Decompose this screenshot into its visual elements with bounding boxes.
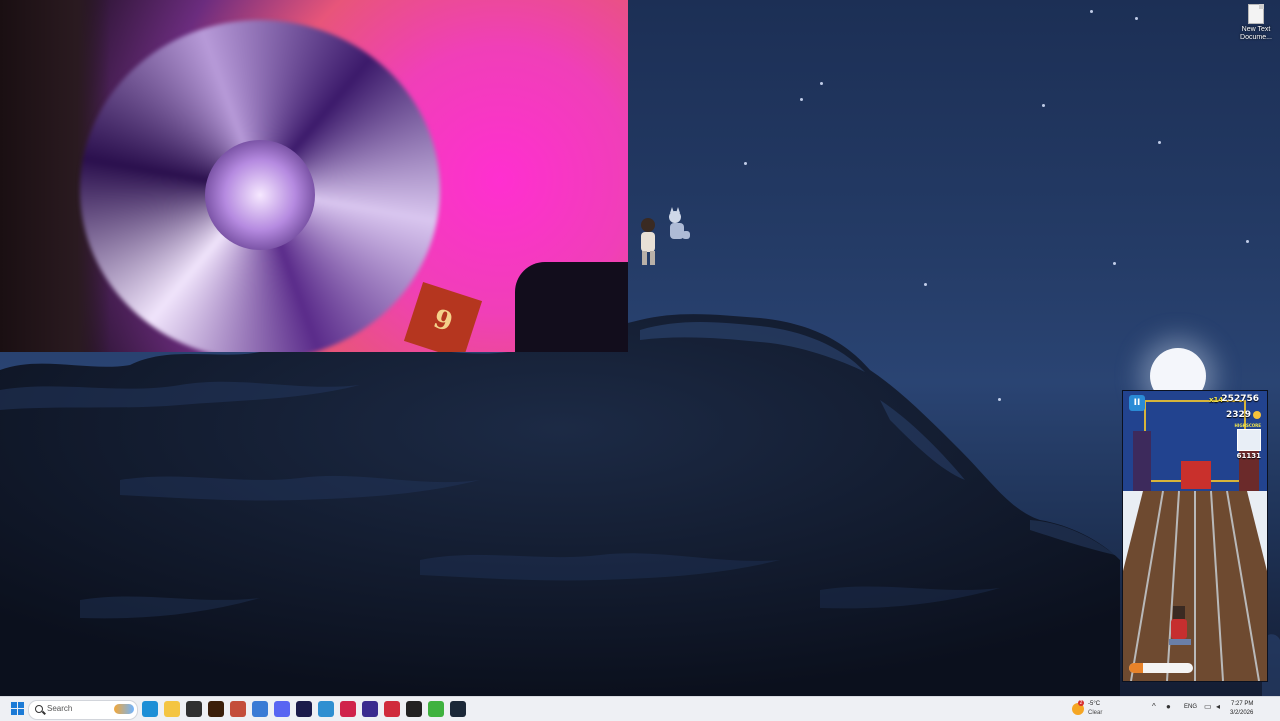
clock-date: 3/2/2026 xyxy=(1230,710,1254,716)
search-icon xyxy=(35,705,43,713)
webcam-badge: 9 xyxy=(403,281,483,352)
weather-condition: Clear xyxy=(1088,710,1103,716)
powerup-bar-fill xyxy=(1129,663,1144,673)
adobe-illustrator-icon[interactable] xyxy=(208,701,224,717)
show-hidden-icons-button[interactable]: ^ xyxy=(1152,702,1156,711)
notepad-icon[interactable] xyxy=(318,701,334,717)
taskbar-clock[interactable]: 7:27 PM 3/2/2026 xyxy=(1230,700,1253,718)
webcam-microphone xyxy=(515,262,628,352)
robinhood-icon[interactable] xyxy=(428,701,444,717)
edge-icon[interactable] xyxy=(142,701,158,717)
weather-widget[interactable]: 2 -5°C Clear xyxy=(1072,699,1112,719)
search-highlight-icon xyxy=(114,704,134,714)
store-icon[interactable] xyxy=(252,701,268,717)
weather-alert-badge: 2 xyxy=(1078,700,1084,706)
steam-icon[interactable] xyxy=(450,701,466,717)
coin-count: 2329 xyxy=(1225,410,1251,420)
coin-icon xyxy=(1253,411,1261,419)
taskbar-search-box[interactable]: Search xyxy=(28,700,138,720)
start-icon-quadrant xyxy=(18,702,24,708)
microphone-icon[interactable]: ● xyxy=(1166,702,1171,711)
webcam-swirl-core xyxy=(205,140,315,250)
opera-icon[interactable] xyxy=(340,701,356,717)
media-player-icon[interactable] xyxy=(384,701,400,717)
start-icon-quadrant xyxy=(11,702,17,708)
davinci-icon[interactable] xyxy=(230,701,246,717)
discord-icon[interactable] xyxy=(274,701,290,717)
vpn-icon[interactable] xyxy=(362,701,378,717)
highscore-value: 61131 xyxy=(1236,452,1261,460)
start-button[interactable] xyxy=(10,701,26,717)
pause-button[interactable]: II xyxy=(1129,395,1145,411)
volume-icon[interactable]: ◂ xyxy=(1216,702,1220,711)
weather-temperature: -5°C xyxy=(1088,701,1101,707)
desktop-icon-text-document[interactable]: New Text Docume... xyxy=(1236,4,1276,42)
obs-icon[interactable] xyxy=(186,701,202,717)
after-effects-icon[interactable] xyxy=(296,701,312,717)
highscore-label: HIGHSCORE xyxy=(1234,423,1262,428)
language-indicator[interactable]: ENG xyxy=(1184,704,1197,710)
clock-time: 7:27 PM xyxy=(1231,701,1254,707)
start-icon-quadrant xyxy=(18,709,24,715)
text-document-icon xyxy=(1248,4,1264,24)
desktop-icon-label: New Text Docume... xyxy=(1240,26,1272,41)
search-placeholder: Search xyxy=(47,704,73,713)
network-icon[interactable]: ▭ xyxy=(1204,702,1212,711)
desktop-pet-sprites xyxy=(641,207,690,265)
taskbar: Search 2 -5°C Clear ^ ● ENG ▭ ◂ 7:27 PM … xyxy=(0,696,1280,721)
game-window[interactable]: II x14 252756 2329 HIGHSCORE 61131 xyxy=(1122,390,1268,682)
start-icon-quadrant xyxy=(11,709,17,715)
capcut-icon[interactable] xyxy=(406,701,422,717)
game-score: 252756 xyxy=(1221,394,1259,404)
file-explorer-icon[interactable] xyxy=(164,701,180,717)
webcam-overlay: 9 xyxy=(0,0,628,352)
powerup-bar xyxy=(1129,663,1193,673)
highscore-avatar xyxy=(1237,429,1261,451)
